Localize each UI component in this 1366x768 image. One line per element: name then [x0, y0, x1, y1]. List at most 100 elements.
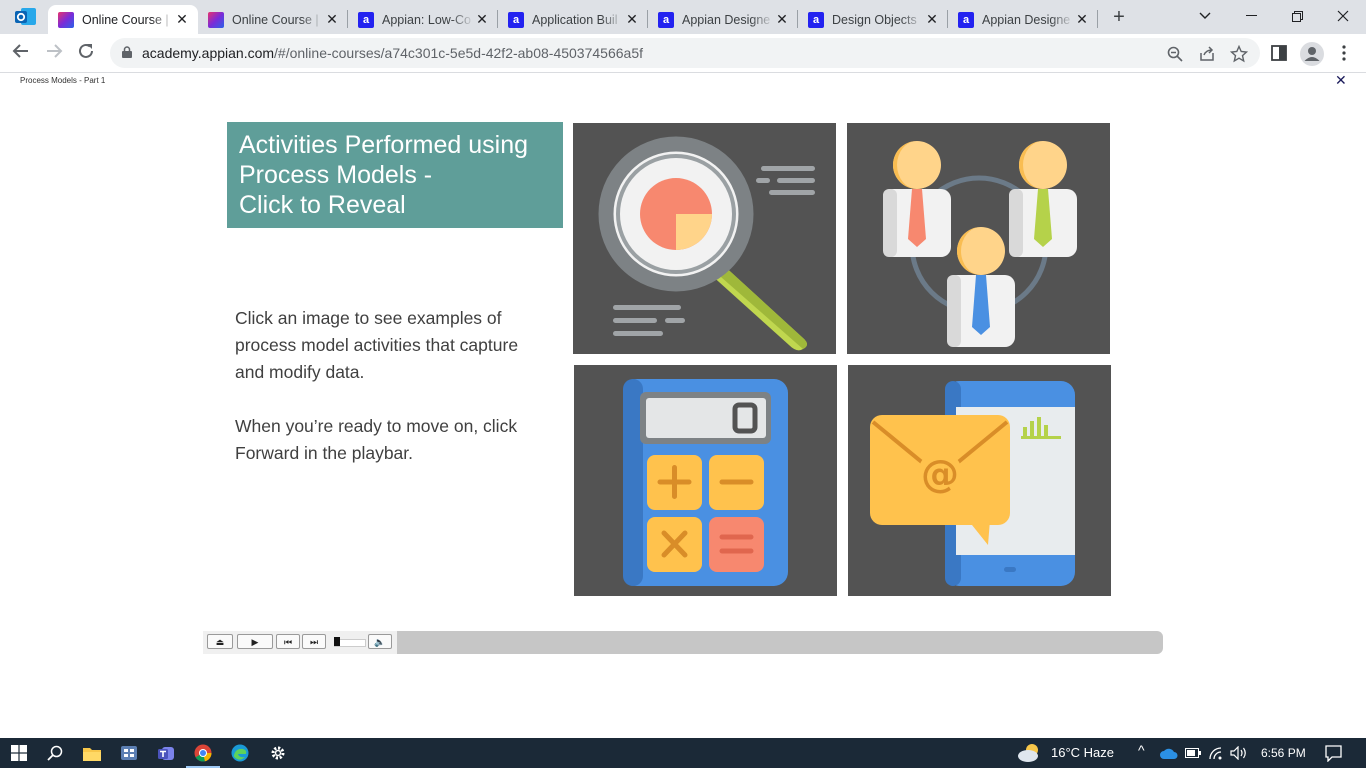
outlook-pinned-tab[interactable]	[14, 6, 38, 28]
breadcrumb: Process Models - Part 1	[20, 76, 106, 85]
close-tab-icon[interactable]: ✕	[624, 11, 640, 28]
play-button[interactable]: ▶	[237, 634, 273, 649]
online-course-favicon-icon	[58, 11, 74, 28]
tab-online-course-2[interactable]: Online Course | ✕	[198, 5, 348, 34]
reload-button[interactable]	[75, 42, 97, 64]
minimize-button[interactable]	[1228, 0, 1274, 32]
battery-icon[interactable]	[1185, 748, 1201, 758]
back-button[interactable]	[10, 42, 32, 64]
weather-haze-icon	[1018, 744, 1038, 762]
tab-appian-designer-1[interactable]: a Appian Designe ✕	[648, 5, 798, 34]
gear-icon	[271, 746, 285, 760]
close-tab-icon[interactable]: ✕	[1074, 11, 1090, 28]
wifi-icon[interactable]	[1208, 746, 1224, 760]
magnifier-chart-icon	[573, 123, 836, 354]
tab-title: Application Buil	[532, 12, 618, 27]
back-arrow-icon	[12, 44, 28, 58]
appian-favicon-icon: a	[958, 11, 974, 28]
tile-calculate-values[interactable]	[574, 365, 837, 596]
appian-favicon-icon: a	[808, 11, 824, 28]
forward-button-playbar[interactable]: ⏭	[302, 634, 326, 649]
settings-button[interactable]	[267, 743, 289, 763]
file-explorer-button[interactable]	[81, 743, 103, 763]
slide-title: Activities Performed using Process Model…	[239, 131, 529, 219]
tab-application-builder[interactable]: a Application Buil ✕	[498, 5, 648, 34]
zoom-icon[interactable]	[1166, 45, 1184, 63]
url-host: academy.appian.com	[142, 45, 275, 61]
tile-send-communications[interactable]: @	[848, 365, 1111, 596]
profile-avatar-icon[interactable]	[1300, 42, 1324, 66]
windows-taskbar: 16°C Haze ^ 6:56 PM	[0, 738, 1366, 768]
chevron-down-icon	[1199, 12, 1211, 19]
tab-online-course-1[interactable]: Online Course | ✕	[48, 5, 198, 34]
tab-title: Online Course |	[82, 12, 169, 27]
tab-title: Appian: Low-Co	[382, 12, 471, 27]
tab-appian-low-code[interactable]: a Appian: Low-Co ✕	[348, 5, 498, 34]
notification-icon[interactable]	[1325, 745, 1342, 762]
close-window-button[interactable]	[1320, 0, 1366, 32]
close-lesson-button[interactable]: ✕	[1335, 72, 1347, 89]
exit-button[interactable]: ⏏	[207, 634, 233, 649]
rewind-button[interactable]: ⏮	[276, 634, 300, 649]
tab-title: Appian Designe	[982, 12, 1071, 27]
playbar: ⏏ ▶ ⏮ ⏭ 🔈	[203, 631, 1163, 654]
tab-title: Online Course |	[232, 12, 319, 27]
tab-appian-designer-2[interactable]: a Appian Designe ✕	[948, 5, 1098, 34]
app-button[interactable]	[118, 743, 140, 763]
tab-design-objects[interactable]: a Design Objects ✕	[798, 5, 948, 34]
close-icon	[1337, 10, 1349, 22]
browser-toolbar: academy.appian.com/#/online-courses/a74c…	[0, 34, 1366, 73]
chrome-icon	[194, 744, 212, 762]
appian-favicon-icon: a	[658, 11, 674, 28]
tab-title: Design Objects	[832, 12, 917, 27]
playbar-controls: ⏏ ▶ ⏮ ⏭ 🔈	[203, 631, 397, 654]
outlook-icon	[15, 8, 36, 25]
forward-button[interactable]	[43, 42, 65, 64]
search-button[interactable]	[44, 743, 66, 763]
svg-text:@: @	[921, 452, 959, 496]
address-bar[interactable]: academy.appian.com/#/online-courses/a74c…	[110, 38, 1260, 68]
tile-assign-people[interactable]	[847, 123, 1110, 354]
close-tab-icon[interactable]: ✕	[924, 11, 940, 28]
teams-button[interactable]	[155, 743, 177, 763]
chevron-up-icon[interactable]: ^	[1138, 742, 1145, 758]
edge-icon	[231, 744, 249, 762]
side-panel-icon[interactable]	[1270, 44, 1288, 62]
volume-button[interactable]: 🔈	[368, 634, 392, 649]
slide-title-box: Activities Performed using Process Model…	[227, 122, 563, 228]
close-tab-icon[interactable]: ✕	[474, 11, 490, 28]
folder-icon	[83, 747, 101, 761]
email-phone-icon: @	[848, 365, 1111, 596]
browser-tabstrip: Online Course | ✕ Online Course | ✕ a Ap…	[0, 0, 1366, 34]
weather-text[interactable]: 16°C Haze	[1051, 745, 1114, 760]
instructions-paragraph-1: Click an image to see examples of proces…	[235, 308, 519, 382]
edge-button[interactable]	[229, 743, 251, 763]
onedrive-cloud-icon[interactable]	[1160, 748, 1178, 759]
slider-knob[interactable]	[334, 637, 340, 646]
share-icon[interactable]	[1198, 45, 1216, 63]
tab-separator	[1097, 10, 1098, 28]
online-course-favicon-icon	[208, 11, 224, 28]
more-menu-icon[interactable]	[1335, 44, 1353, 62]
tab-search-button[interactable]	[1182, 0, 1228, 32]
forward-arrow-icon	[47, 44, 63, 58]
close-tab-icon[interactable]: ✕	[174, 11, 190, 28]
people-network-icon	[847, 123, 1110, 354]
start-button[interactable]	[8, 743, 30, 763]
tab-title: Appian Designe	[682, 12, 771, 27]
restore-button[interactable]	[1274, 0, 1320, 32]
url-text[interactable]: academy.appian.com/#/online-courses/a74c…	[142, 45, 643, 61]
close-tab-icon[interactable]: ✕	[324, 11, 340, 28]
clock-time[interactable]: 6:56 PM	[1261, 746, 1306, 760]
bookmark-star-icon[interactable]	[1230, 45, 1248, 63]
minimize-icon	[1245, 15, 1257, 16]
teams-icon	[158, 747, 174, 760]
windows-logo-icon	[11, 745, 27, 761]
close-tab-icon[interactable]: ✕	[774, 11, 790, 28]
speaker-icon[interactable]	[1230, 746, 1248, 760]
lock-icon	[122, 46, 132, 58]
chrome-button[interactable]	[186, 743, 220, 768]
appian-favicon-icon: a	[358, 11, 374, 28]
tile-analyze-data[interactable]	[573, 123, 836, 354]
new-tab-button[interactable]: +	[1108, 5, 1130, 29]
